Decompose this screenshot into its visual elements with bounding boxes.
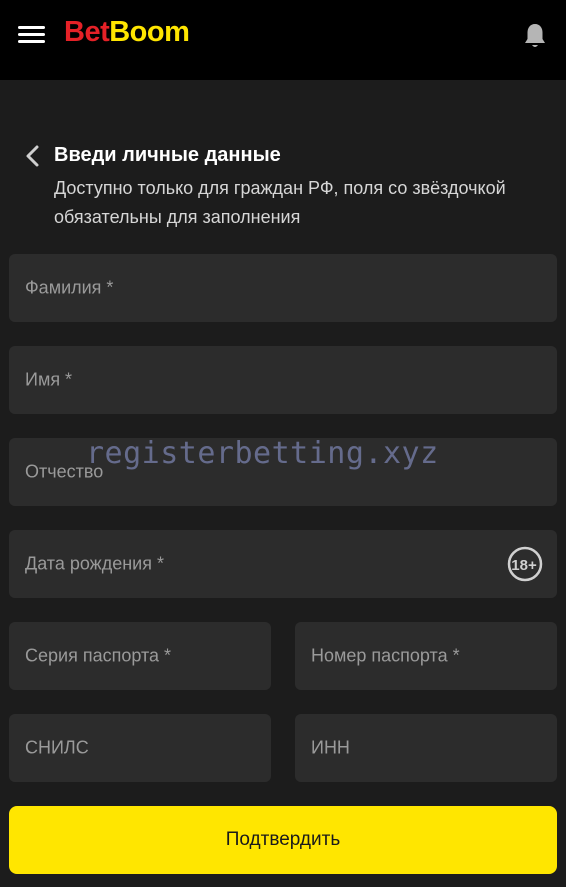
- betboom-logo[interactable]: BetBoom: [64, 14, 190, 50]
- patronymic-field[interactable]: Отчество: [9, 438, 557, 506]
- age-badge-text: 18+: [511, 557, 537, 574]
- inn-field[interactable]: ИНН: [295, 714, 557, 782]
- passport-series-field[interactable]: Серия паспорта *: [9, 622, 271, 690]
- first-name-placeholder: Имя *: [25, 369, 73, 390]
- last-name-placeholder: Фамилия *: [25, 277, 114, 298]
- back-chevron-icon[interactable]: [22, 144, 44, 168]
- passport-series-placeholder: Серия паспорта *: [25, 645, 172, 666]
- birth-date-placeholder: Дата рождения *: [25, 553, 164, 574]
- patronymic-placeholder: Отчество: [25, 461, 104, 482]
- hamburger-menu-icon[interactable]: [18, 24, 46, 46]
- logo-boom-text: Boom: [109, 16, 190, 48]
- inn-placeholder: ИНН: [311, 737, 350, 758]
- page-subtitle: Доступно только для граждан РФ, поля со …: [54, 178, 506, 227]
- confirm-button[interactable]: Подтвердить: [9, 806, 557, 874]
- passport-number-field[interactable]: Номер паспорта *: [295, 622, 557, 690]
- last-name-field[interactable]: Фамилия *: [9, 254, 557, 322]
- top-bar: BetBoom: [0, 0, 566, 80]
- page-title: Введи личные данные: [54, 144, 281, 166]
- birth-date-field[interactable]: Дата рождения * 18+: [9, 530, 557, 598]
- logo-bet-text: Bet: [64, 16, 110, 48]
- first-name-field[interactable]: Имя *: [9, 346, 557, 414]
- snils-field[interactable]: СНИЛС: [9, 714, 271, 782]
- age-18-plus-icon: 18+: [507, 546, 543, 582]
- bell-icon[interactable]: [522, 22, 548, 50]
- snils-placeholder: СНИЛС: [25, 737, 89, 758]
- passport-number-placeholder: Номер паспорта *: [311, 645, 460, 666]
